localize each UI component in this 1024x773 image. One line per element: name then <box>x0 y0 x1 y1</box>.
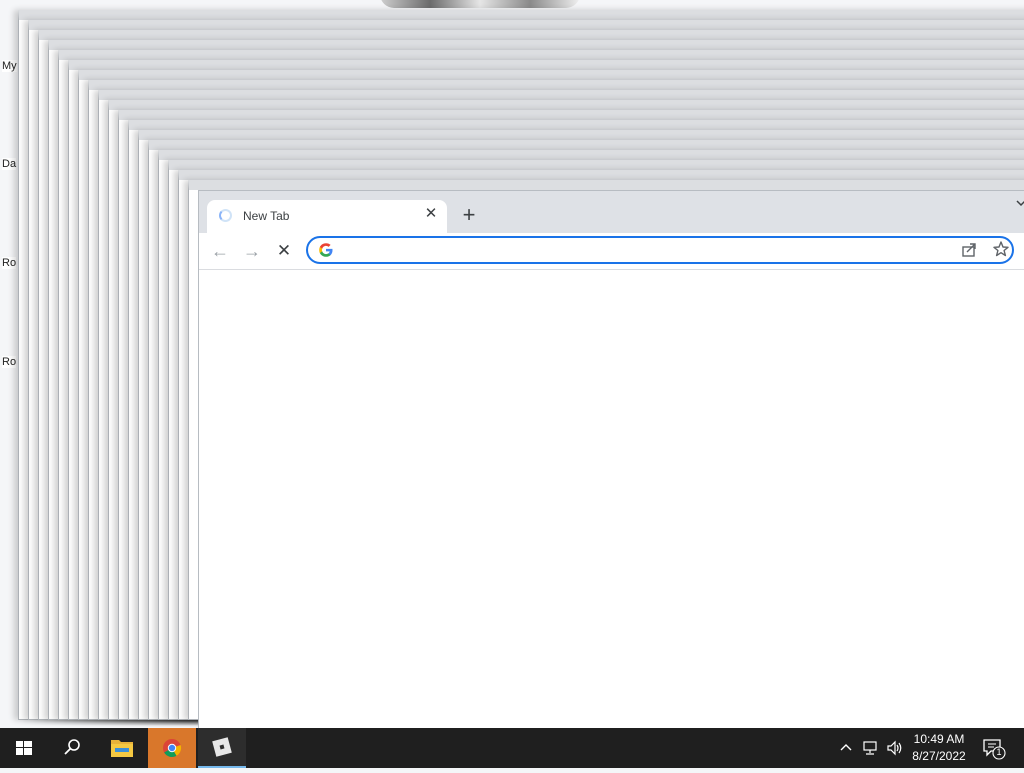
address-input[interactable] <box>342 241 946 261</box>
share-icon[interactable] <box>960 241 978 259</box>
roblox-icon <box>212 737 232 757</box>
page-content[interactable] <box>199 270 1024 728</box>
address-bar[interactable] <box>306 236 1014 264</box>
search-button[interactable] <box>48 728 96 768</box>
browser-window: New Tab ✕ + ← → ✕ <box>198 190 1024 728</box>
desktop-icon-label[interactable]: Da <box>2 158 17 170</box>
folder-icon <box>111 740 133 757</box>
notification-icon <box>983 739 1006 760</box>
loading-spinner-icon <box>219 209 232 222</box>
tab-title: New Tab <box>243 209 290 223</box>
clock-time: 10:49 AM <box>913 732 965 746</box>
clock-date: 8/27/2022 <box>912 749 966 763</box>
system-clock[interactable]: 10:49 AM 8/27/2022 <box>906 731 972 765</box>
chrome-icon <box>163 739 182 758</box>
google-icon <box>319 243 333 257</box>
bookmark-star-icon[interactable] <box>992 240 1010 258</box>
browser-toolbar: ← → ✕ <box>199 233 1024 270</box>
desktop-icon-label[interactable]: My <box>2 60 17 72</box>
tab-close-button[interactable]: ✕ <box>421 204 441 224</box>
action-center-button[interactable]: 1 <box>980 736 1008 762</box>
stop-loading-button[interactable]: ✕ <box>272 239 296 263</box>
desktop-icon-label[interactable]: Ro <box>2 257 17 269</box>
tab-strip: New Tab ✕ + <box>199 191 1024 233</box>
notification-count-badge: 1 <box>996 747 1002 757</box>
search-icon <box>64 739 80 755</box>
back-button[interactable]: ← <box>208 239 232 263</box>
tab-search-chevron-icon[interactable] <box>1015 197 1024 211</box>
roblox-taskbar-button[interactable] <box>198 728 246 768</box>
tab-new-tab[interactable]: New Tab ✕ <box>207 200 447 233</box>
wallpaper-fragment <box>380 0 580 8</box>
start-button[interactable] <box>0 728 48 768</box>
forward-button[interactable]: → <box>240 239 264 263</box>
network-icon[interactable] <box>862 740 880 756</box>
chrome-taskbar-button[interactable] <box>148 728 196 768</box>
file-explorer-button[interactable] <box>98 728 146 768</box>
desktop: My Da Ro Ro New Tab ✕ + ← → ✕ <box>0 0 1024 728</box>
volume-icon[interactable] <box>886 740 904 756</box>
windows-logo-icon <box>16 741 32 755</box>
desktop-icon-label[interactable]: Ro <box>2 356 17 368</box>
taskbar: 10:49 AM 8/27/2022 1 <box>0 728 1024 768</box>
new-tab-button[interactable]: + <box>457 204 481 228</box>
show-hidden-icons-chevron-icon[interactable] <box>838 740 854 756</box>
